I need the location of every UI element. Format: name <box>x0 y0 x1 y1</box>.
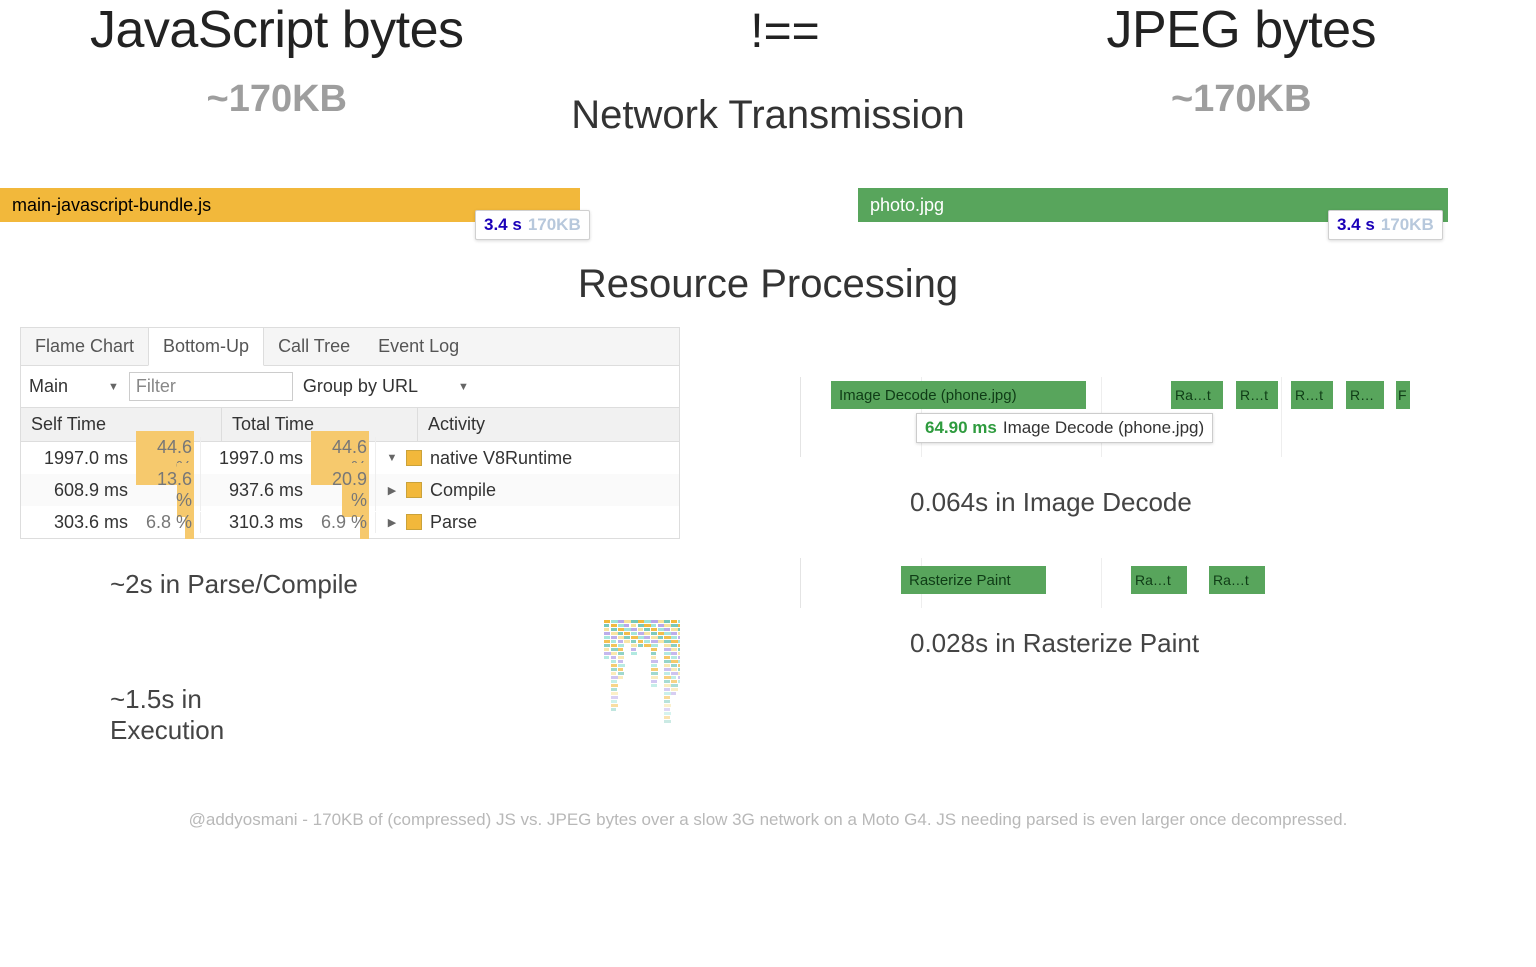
jpg-bar-time: 3.4 s <box>1337 215 1375 235</box>
decode-tooltip-ms: 64.90 ms <box>925 418 997 438</box>
table-row[interactable]: 303.6 ms6.8 %310.3 ms6.9 %▶Parse <box>21 506 679 538</box>
summary-raster: 0.028s in Rasterize Paint <box>800 628 1516 659</box>
thread-select-label: Main <box>29 376 68 397</box>
group-select[interactable]: Group by URL ▼ <box>303 376 469 397</box>
filter-input[interactable]: Filter <box>129 372 293 401</box>
raster-mini: Ra…t <box>1131 566 1187 594</box>
decode-timeline: Image Decode (phone.jpg) Ra…t R…t R…t R…… <box>800 377 1516 457</box>
decode-bar: Image Decode (phone.jpg) <box>831 381 1086 409</box>
col-activity: Activity <box>418 408 679 441</box>
raster-bar: Rasterize Paint <box>901 566 1046 594</box>
raster-timeline: Rasterize Paint Ra…t Ra…t <box>800 558 1516 608</box>
tab-bottom-up[interactable]: Bottom-Up <box>148 328 264 366</box>
thread-select[interactable]: Main ▼ <box>29 376 119 397</box>
jpg-bar-label: photo.jpg <box>870 195 944 216</box>
group-select-label: Group by URL <box>303 376 418 397</box>
section-processing: Resource Processing <box>0 262 1536 307</box>
decode-tooltip: 64.90 ms Image Decode (phone.jpg) <box>916 413 1213 443</box>
raster-mini: R… <box>1346 381 1384 409</box>
summary-parse-compile: ~2s in Parse/Compile <box>110 569 680 600</box>
chevron-down-icon: ▼ <box>458 381 469 393</box>
profiler-panel: Flame Chart Bottom-Up Call Tree Event Lo… <box>20 327 680 539</box>
jpeg-title: JPEG bytes <box>1106 0 1376 60</box>
js-bar-size: 170KB <box>528 215 581 235</box>
table-row[interactable]: 608.9 ms13.6 %937.6 ms20.9 %▶Compile <box>21 474 679 506</box>
raster-mini: R…t <box>1291 381 1333 409</box>
tab-call-tree[interactable]: Call Tree <box>264 328 364 365</box>
chevron-down-icon: ▼ <box>108 381 119 393</box>
not-equal: !== <box>750 4 819 59</box>
network-bars: main-javascript-bundle.js 3.4 s 170KB ph… <box>0 138 1536 222</box>
jpg-bar-size: 170KB <box>1381 215 1434 235</box>
profiler-tabs: Flame Chart Bottom-Up Call Tree Event Lo… <box>21 328 679 366</box>
decode-tooltip-label: Image Decode (phone.jpg) <box>1003 418 1204 438</box>
summary-execution: ~1.5s in Execution <box>110 684 224 746</box>
js-title: JavaScript bytes <box>90 0 464 60</box>
flame-chart-thumbnail <box>604 620 680 760</box>
jpeg-size: ~170KB <box>1171 78 1311 121</box>
raster-mini: R…t <box>1236 381 1278 409</box>
footer-credit: @addyosmani - 170KB of (compressed) JS v… <box>0 810 1536 840</box>
js-bar-label: main-javascript-bundle.js <box>12 195 211 216</box>
js-bar-tag: 3.4 s 170KB <box>475 210 590 240</box>
raster-mini: F <box>1396 381 1410 409</box>
js-bar-time: 3.4 s <box>484 215 522 235</box>
tab-event-log[interactable]: Event Log <box>364 328 473 365</box>
raster-mini: Ra…t <box>1209 566 1265 594</box>
raster-mini: Ra…t <box>1171 381 1223 409</box>
tab-flame-chart[interactable]: Flame Chart <box>21 328 148 365</box>
js-size: ~170KB <box>207 78 347 121</box>
summary-decode: 0.064s in Image Decode <box>800 487 1516 518</box>
jpg-bar-tag: 3.4 s 170KB <box>1328 210 1443 240</box>
